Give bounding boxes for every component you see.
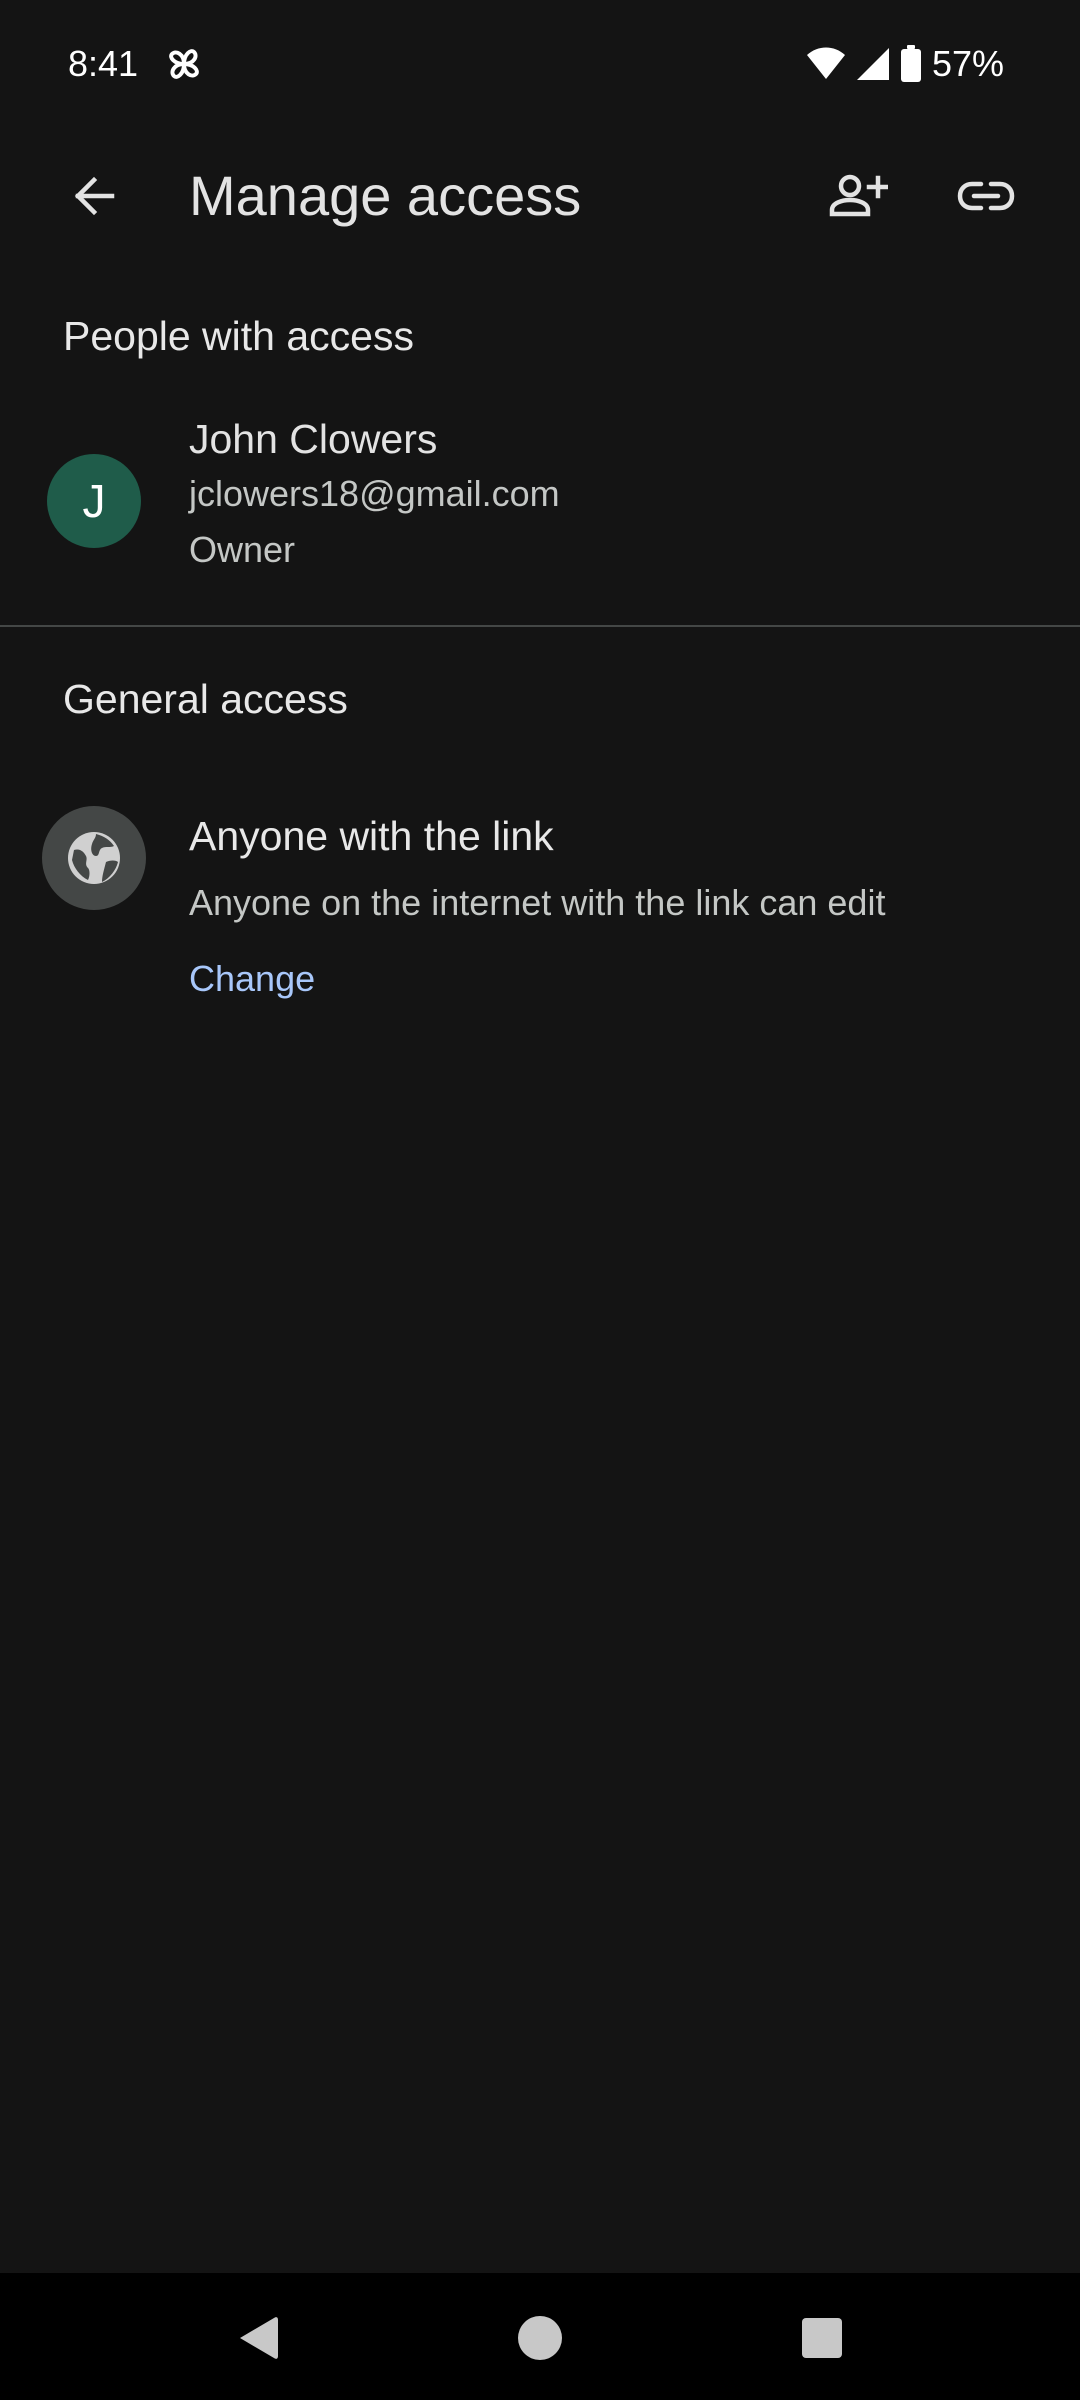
access-setting-title: Anyone with the link [189, 813, 554, 859]
wifi-icon [806, 47, 846, 81]
nav-back-button[interactable] [213, 2293, 303, 2383]
add-person-icon [829, 174, 888, 217]
back-arrow-icon [74, 176, 115, 216]
page-title: Manage access [189, 164, 582, 227]
globe-icon-container [42, 806, 146, 910]
nav-home-button[interactable] [495, 2293, 585, 2383]
person-role: Owner [189, 529, 296, 570]
status-icons: 57% [806, 40, 1004, 88]
pinwheel-icon [164, 44, 204, 84]
home-circle-icon [518, 2316, 562, 2360]
change-access-button[interactable]: Change [189, 954, 315, 1004]
app-bar: Manage access [0, 128, 1080, 264]
back-triangle-icon [240, 2317, 278, 2359]
link-icon [957, 181, 1015, 211]
recents-square-icon [802, 2318, 842, 2358]
battery-icon [900, 45, 922, 83]
person-row[interactable]: J John Clowers jclowers18@gmail.com Owne… [0, 398, 1080, 586]
system-nav-bar [0, 2273, 1080, 2400]
status-bar: 8:41 57% [0, 0, 1080, 128]
access-setting-description: Anyone on the internet with the link can… [189, 882, 886, 923]
person-name: John Clowers [189, 416, 438, 462]
status-time: 8:41 [68, 43, 139, 84]
general-access-heading: General access [63, 676, 348, 722]
battery-percentage: 57% [931, 43, 1004, 84]
add-person-button[interactable] [816, 156, 900, 236]
globe-icon [68, 832, 120, 884]
general-access-row: Anyone with the link Anyone on the inter… [0, 790, 1080, 1020]
avatar: J [47, 454, 141, 548]
person-email: jclowers18@gmail.com [189, 473, 560, 514]
people-with-access-heading: People with access [63, 313, 414, 359]
nav-recents-button[interactable] [777, 2293, 867, 2383]
copy-link-button[interactable] [944, 156, 1028, 236]
signal-icon [856, 47, 890, 81]
section-divider [0, 625, 1080, 627]
back-button[interactable] [54, 156, 134, 236]
